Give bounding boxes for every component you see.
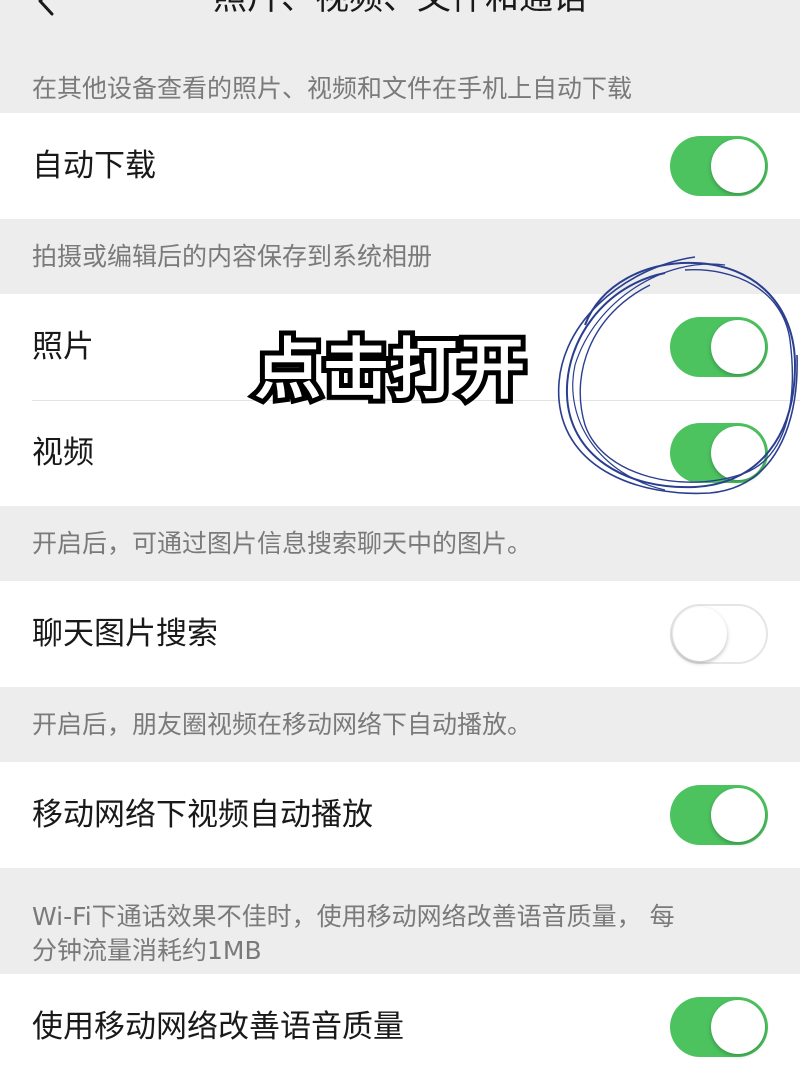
tap-to-enable-caption: 点击打开	[250, 326, 530, 413]
section-header-video-autoplay: 开启后，朋友圈视频在移动网络下自动播放。	[32, 709, 533, 739]
row-label: 视频	[32, 435, 94, 471]
toggle-knob	[711, 139, 765, 193]
row-label: 移动网络下视频自动播放	[32, 797, 373, 833]
navigation-bar: 照片、视频、文件和通话	[0, 0, 800, 64]
section-header-auto-download: 在其他设备查看的照片、视频和文件在手机上自动下载	[32, 73, 633, 103]
section-header-line: 分钟流量消耗约1MB	[32, 936, 262, 965]
row-label: 聊天图片搜索	[32, 616, 218, 652]
improve-voice-quality-toggle[interactable]	[670, 997, 768, 1057]
toggle-knob	[711, 788, 765, 842]
chat-image-search-toggle[interactable]	[670, 604, 768, 664]
mobile-video-autoplay-toggle[interactable]	[670, 785, 768, 845]
auto-download-toggle[interactable]	[670, 136, 768, 196]
page-title: 照片、视频、文件和通话	[0, 0, 800, 18]
row-improve-voice-quality[interactable]: 使用移动网络改善语音质量	[0, 974, 800, 1080]
row-chat-image-search[interactable]: 聊天图片搜索	[0, 581, 800, 687]
row-mobile-video-autoplay[interactable]: 移动网络下视频自动播放	[0, 762, 800, 868]
toggle-knob	[711, 1000, 765, 1054]
section-header-line: Wi-Fi下通话效果不佳时，使用移动网络改善语音质量， 每	[32, 902, 675, 931]
row-label: 自动下载	[32, 148, 156, 184]
row-label: 使用移动网络改善语音质量	[32, 1009, 404, 1045]
toggle-knob	[673, 607, 727, 661]
section-header-voice-quality: Wi-Fi下通话效果不佳时，使用移动网络改善语音质量， 每 分钟流量消耗约1MB	[0, 868, 800, 974]
row-label: 照片	[32, 329, 94, 365]
row-auto-download[interactable]: 自动下载	[0, 113, 800, 219]
section-header-image-search: 开启后，可通过图片信息搜索聊天中的图片。	[32, 528, 533, 558]
circle-annotation-icon	[557, 256, 798, 495]
